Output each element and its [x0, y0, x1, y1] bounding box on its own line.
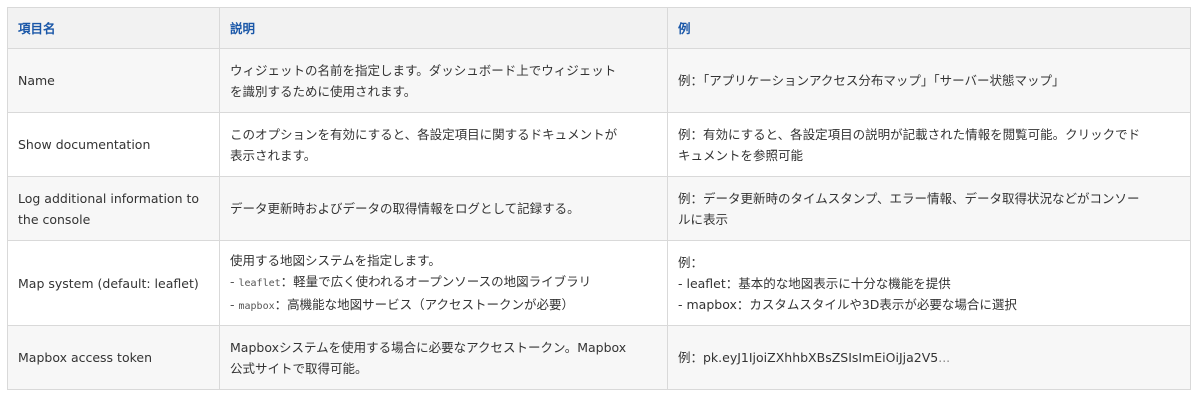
- example-line: 例：データ更新時のタイムスタンプ、エラー情報、データ取得状況などがコンソー: [678, 190, 1140, 206]
- item-name-cell: Show documentation: [7, 112, 220, 177]
- description-line: 表示されます。: [230, 147, 317, 163]
- option-item: - leaflet：軽量で広く使われるオープンソースの地図ライブラリ: [230, 271, 657, 294]
- table-header-row: 項目名 説明 例: [7, 7, 1191, 49]
- description-cell: データ更新時およびデータの取得情報をログとして記録する。: [219, 176, 668, 241]
- item-name-cell: Log additional information to the consol…: [7, 176, 220, 241]
- example-line: ルに表示: [678, 211, 729, 227]
- token-ellipsis: ...: [938, 350, 951, 365]
- header-example: 例: [667, 7, 1191, 49]
- table-row: Mapbox access token Mapboxシステムを使用する場合に必要…: [7, 325, 1191, 390]
- example-cell: 例： - leaflet：基本的な地図表示に十分な機能を提供 - mapbox：…: [667, 240, 1191, 326]
- description-cell: Mapboxシステムを使用する場合に必要なアクセストークン。Mapbox 公式サ…: [219, 325, 668, 390]
- example-line: キュメントを参照可能: [678, 147, 804, 163]
- example-cell: 例：データ更新時のタイムスタンプ、エラー情報、データ取得状況などがコンソー ルに…: [667, 176, 1191, 241]
- description-line: 使用する地図システムを指定します。: [230, 252, 441, 268]
- item-name-line: Log additional information to: [18, 190, 200, 206]
- example-line: - mapbox：カスタムスタイルや3D表示が必要な場合に選択: [678, 296, 1017, 312]
- example-cell: 例：pk.eyJ1IjoiZXhhbXBsZSIsImEiOiJja2V5...: [667, 325, 1191, 390]
- description-line: データ更新時およびデータの取得情報をログとして記録する。: [230, 201, 580, 216]
- example-line: 例：pk.eyJ1IjoiZXhhbXBsZSIsImEiOiJja2V5...: [678, 347, 1180, 368]
- description-line: ウィジェットの名前を指定します。ダッシュボード上でウィジェット: [230, 62, 617, 78]
- header-item-name: 項目名: [7, 7, 220, 49]
- settings-table: 項目名 説明 例 Name ウィジェットの名前を指定します。ダッシュボード上でウ…: [7, 7, 1191, 390]
- bullet-dash: -: [230, 273, 235, 289]
- example-cell: 例：「アプリケーションアクセス分布マップ」「サーバー状態マップ」: [667, 48, 1191, 113]
- example-line: 例：: [678, 254, 704, 270]
- item-name-cell: Name: [7, 48, 220, 113]
- example-line: 例：「アプリケーションアクセス分布マップ」「サーバー状態マップ」: [678, 73, 1065, 88]
- example-line: 例：有効にすると、各設定項目の説明が記載された情報を閲覧可能。クリックでド: [678, 126, 1141, 142]
- description-line: 公式サイトで取得可能。: [230, 360, 368, 376]
- option-item: - mapbox：高機能な地図サービス（アクセストークンが必要）: [230, 294, 657, 317]
- description-line: Mapboxシステムを使用する場合に必要なアクセストークン。Mapbox: [230, 339, 627, 355]
- description-line: を識別するために使用されます。: [230, 83, 417, 99]
- table-row: Log additional information to the consol…: [7, 176, 1191, 241]
- inline-code: mapbox: [238, 300, 275, 312]
- table-row: Show documentation このオプションを有効にすると、各設定項目に…: [7, 112, 1191, 177]
- example-cell: 例：有効にすると、各設定項目の説明が記載された情報を閲覧可能。クリックでド キュ…: [667, 112, 1191, 177]
- token-example: 例：pk.eyJ1IjoiZXhhbXBsZSIsImEiOiJja2V5: [678, 350, 939, 365]
- table-row: Map system (default: leaflet) 使用する地図システム…: [7, 240, 1191, 326]
- settings-table-container: 項目名 説明 例 Name ウィジェットの名前を指定します。ダッシュボード上でウ…: [7, 7, 1191, 390]
- item-name-cell: Map system (default: leaflet): [7, 240, 220, 326]
- bullet-dash: -: [230, 296, 235, 312]
- item-name-cell: Mapbox access token: [7, 325, 220, 390]
- description-line: このオプションを有効にすると、各設定項目に関するドキュメントが: [230, 126, 618, 142]
- description-cell: ウィジェットの名前を指定します。ダッシュボード上でウィジェット を識別するために…: [219, 48, 668, 113]
- item-name-line: the console: [18, 211, 91, 227]
- option-text: ：高機能な地図サービス（アクセストークンが必要）: [274, 296, 575, 312]
- description-cell: 使用する地図システムを指定します。 - leaflet：軽量で広く使われるオープ…: [219, 240, 668, 326]
- description-cell: このオプションを有効にすると、各設定項目に関するドキュメントが 表示されます。: [219, 112, 668, 177]
- inline-code: leaflet: [238, 277, 281, 289]
- option-text: ：軽量で広く使われるオープンソースの地図ライブラリ: [280, 273, 592, 289]
- table-row: Name ウィジェットの名前を指定します。ダッシュボード上でウィジェット を識別…: [7, 48, 1191, 113]
- example-line: - leaflet：基本的な地図表示に十分な機能を提供: [678, 275, 951, 291]
- header-description: 説明: [219, 7, 668, 49]
